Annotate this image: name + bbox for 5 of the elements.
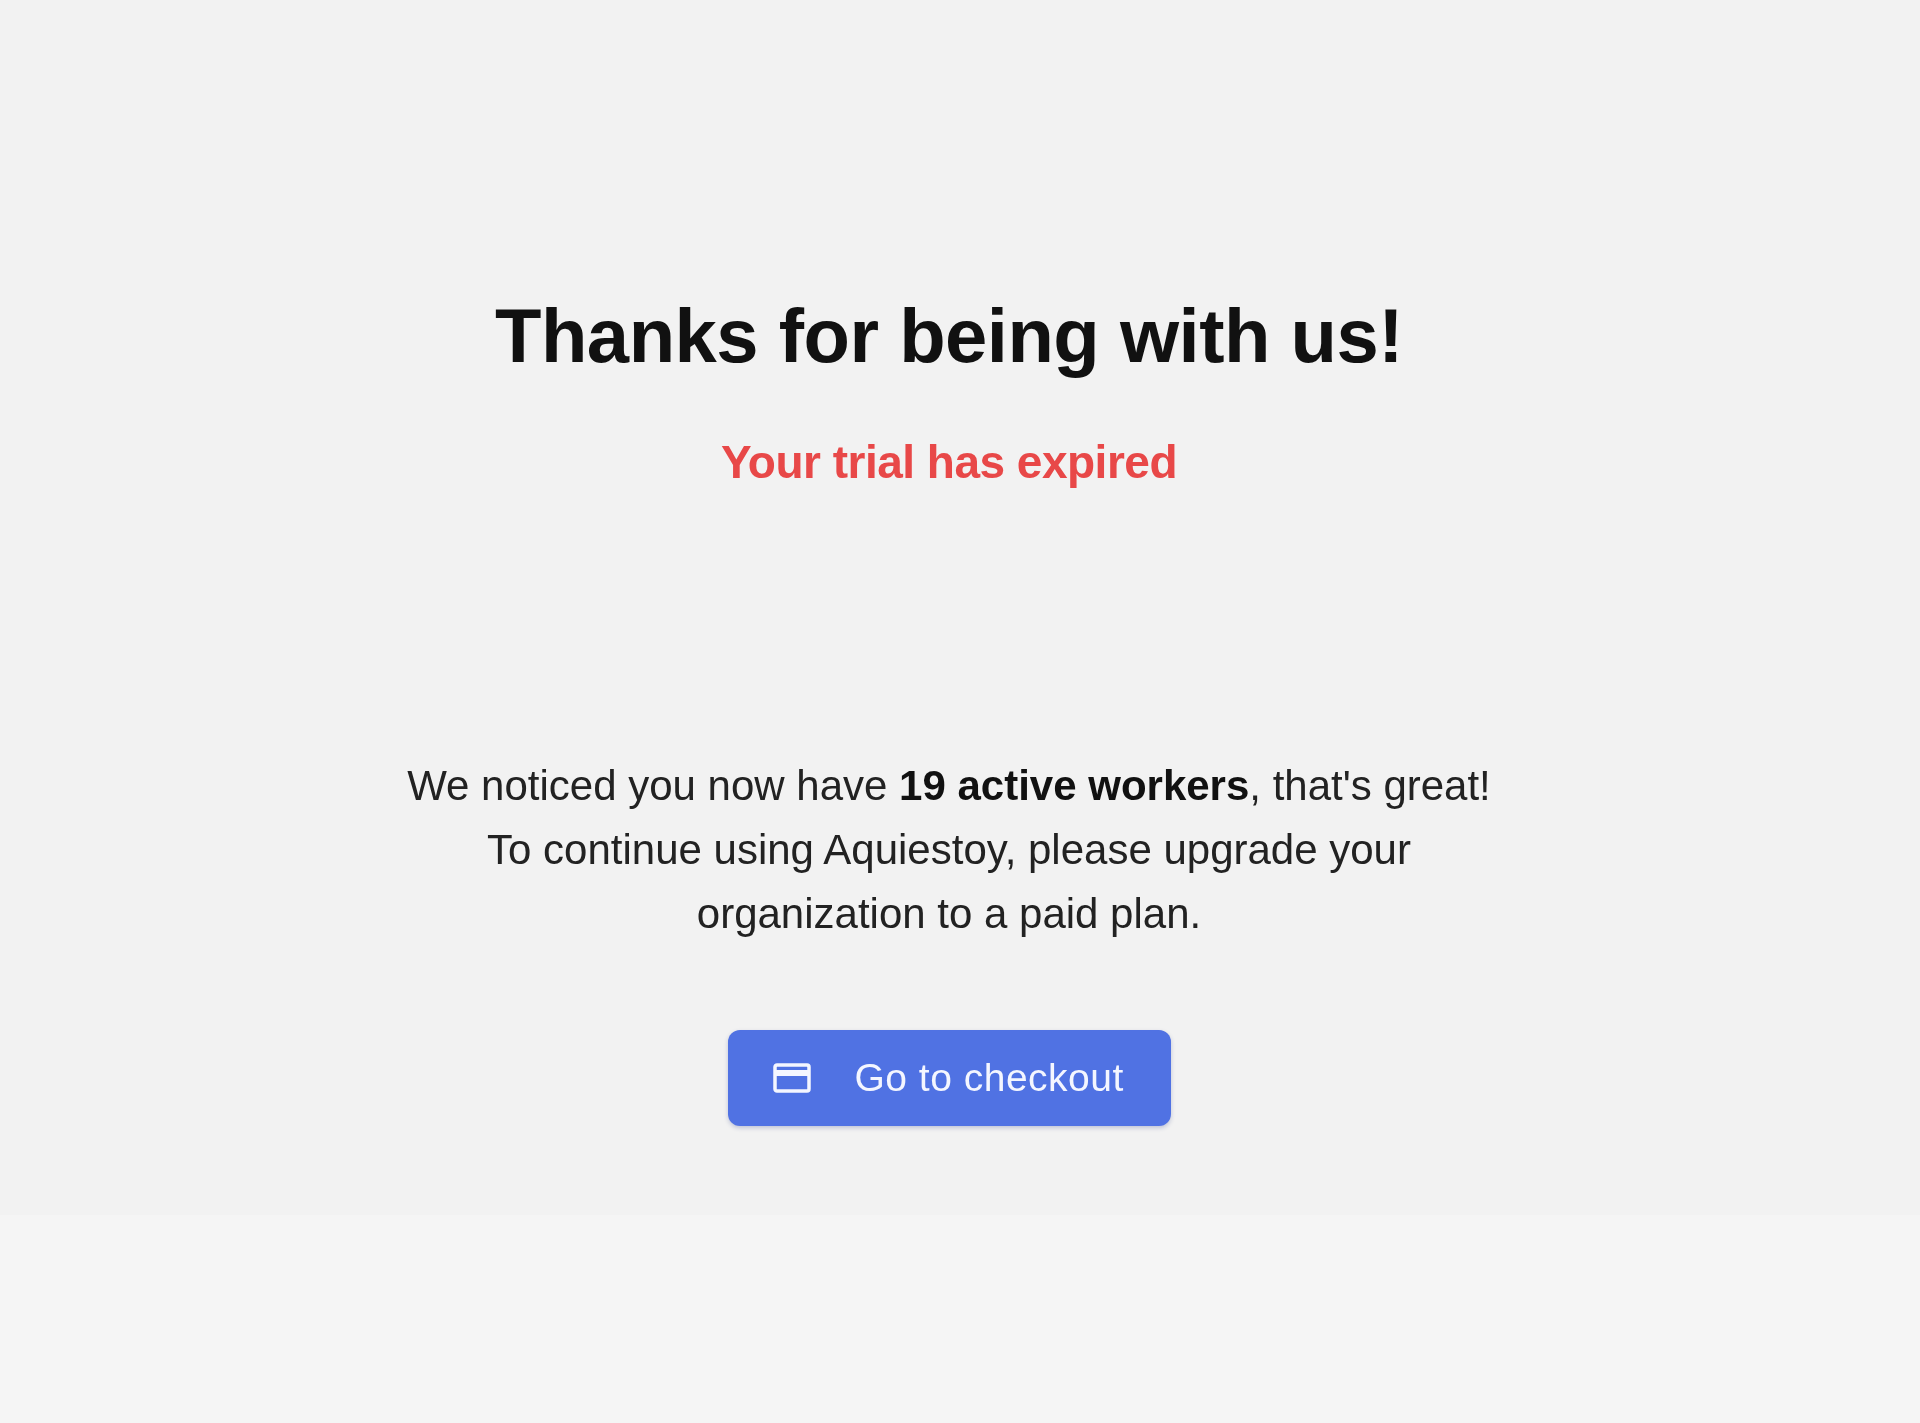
upgrade-message: We noticed you now have 19 active workers, that's great! To continue using Aquiestoy, please upgrade your organization to a paid plan. xyxy=(406,761,1492,940)
page-heading: Thanks for being with us! xyxy=(495,292,1403,380)
checkout-button[interactable]: Go to checkout xyxy=(727,1030,1171,1127)
credit-card-icon xyxy=(772,1063,811,1094)
trial-status: Your trial has expired xyxy=(721,435,1177,491)
